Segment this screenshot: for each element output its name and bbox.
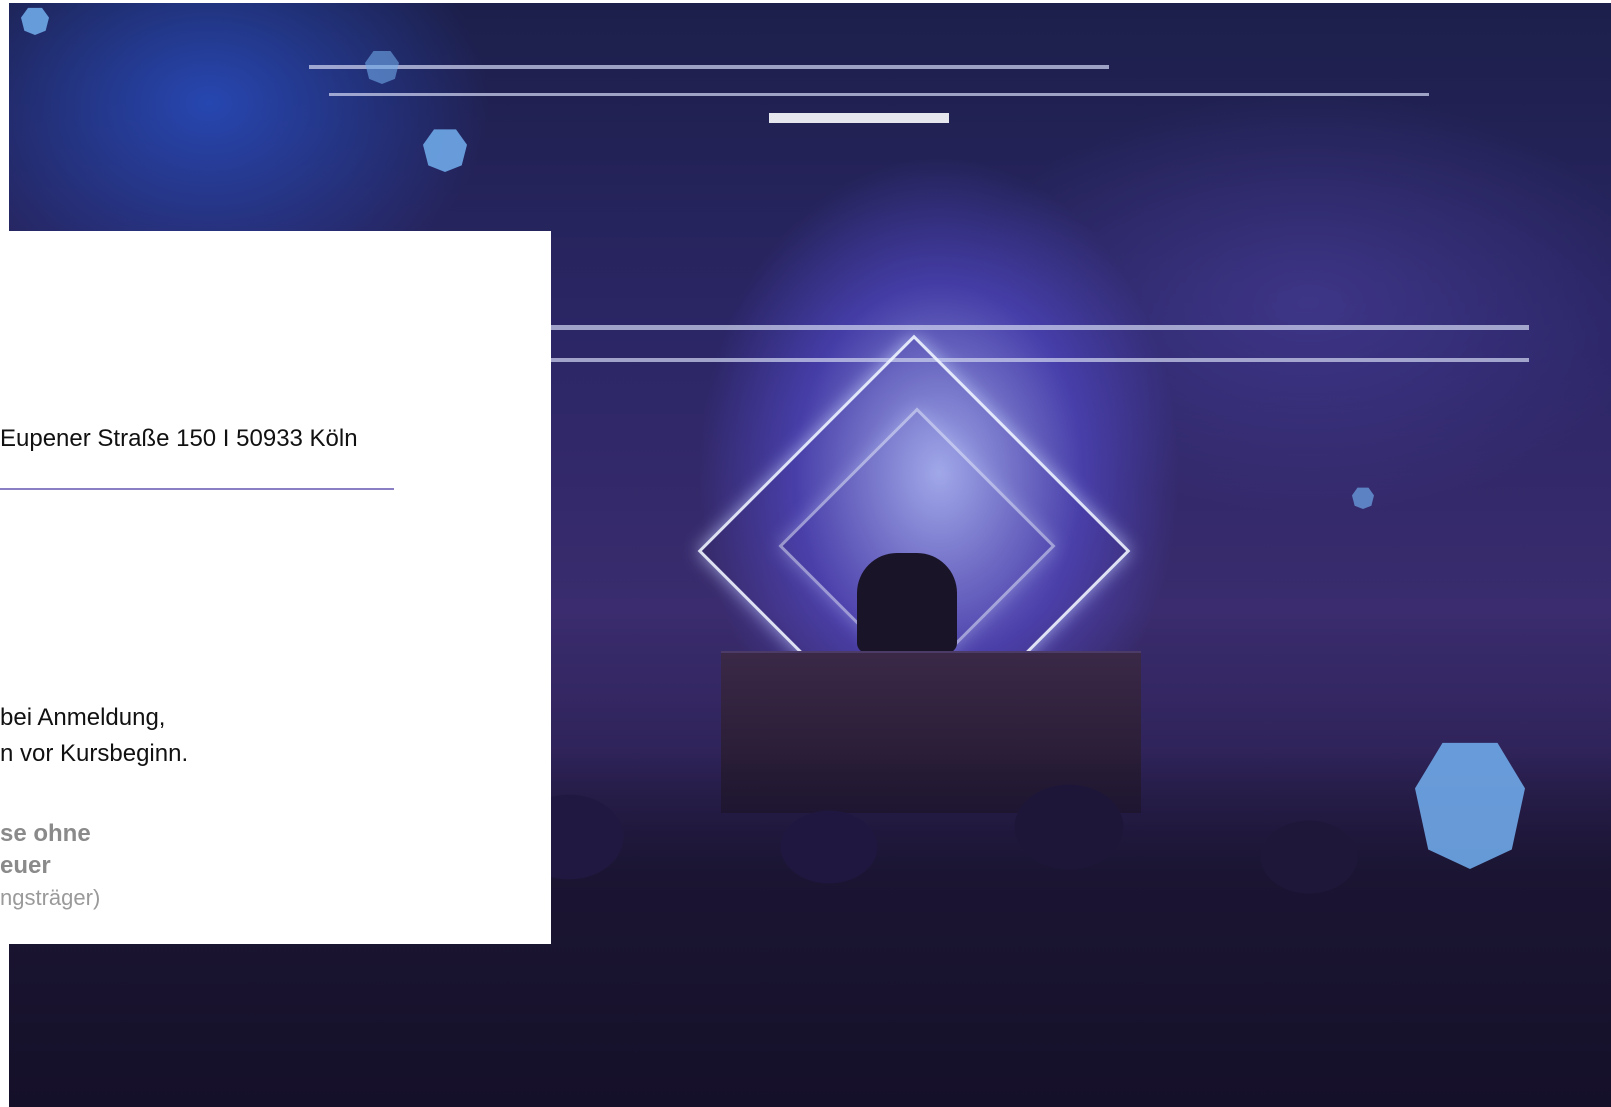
payment-note-line-2: n vor Kursbeginn. [0, 740, 189, 767]
stage-truss [549, 358, 1529, 362]
pricing-line-3: ngsträger) [0, 885, 101, 910]
decorative-hexagon [365, 51, 399, 84]
light-bar [769, 113, 949, 123]
decorative-hexagon [423, 129, 467, 172]
ceiling-truss [329, 93, 1429, 96]
pricing-line-2: euer [0, 852, 51, 879]
section-divider [0, 488, 394, 490]
stage-truss [549, 325, 1529, 330]
decorative-hexagon [21, 7, 49, 35]
dj-silhouette [857, 553, 957, 653]
venue-address: Eupener Straße 150 I 50933 Köln [0, 425, 358, 452]
info-card: Eupener Straße 150 I 50933 Köln bei Anme… [0, 231, 551, 944]
pricing-line-1: se ohne [0, 820, 91, 847]
payment-note-line-1: bei Anmeldung, [0, 704, 166, 731]
decorative-hexagon [1352, 487, 1374, 509]
ceiling-truss [309, 65, 1109, 69]
